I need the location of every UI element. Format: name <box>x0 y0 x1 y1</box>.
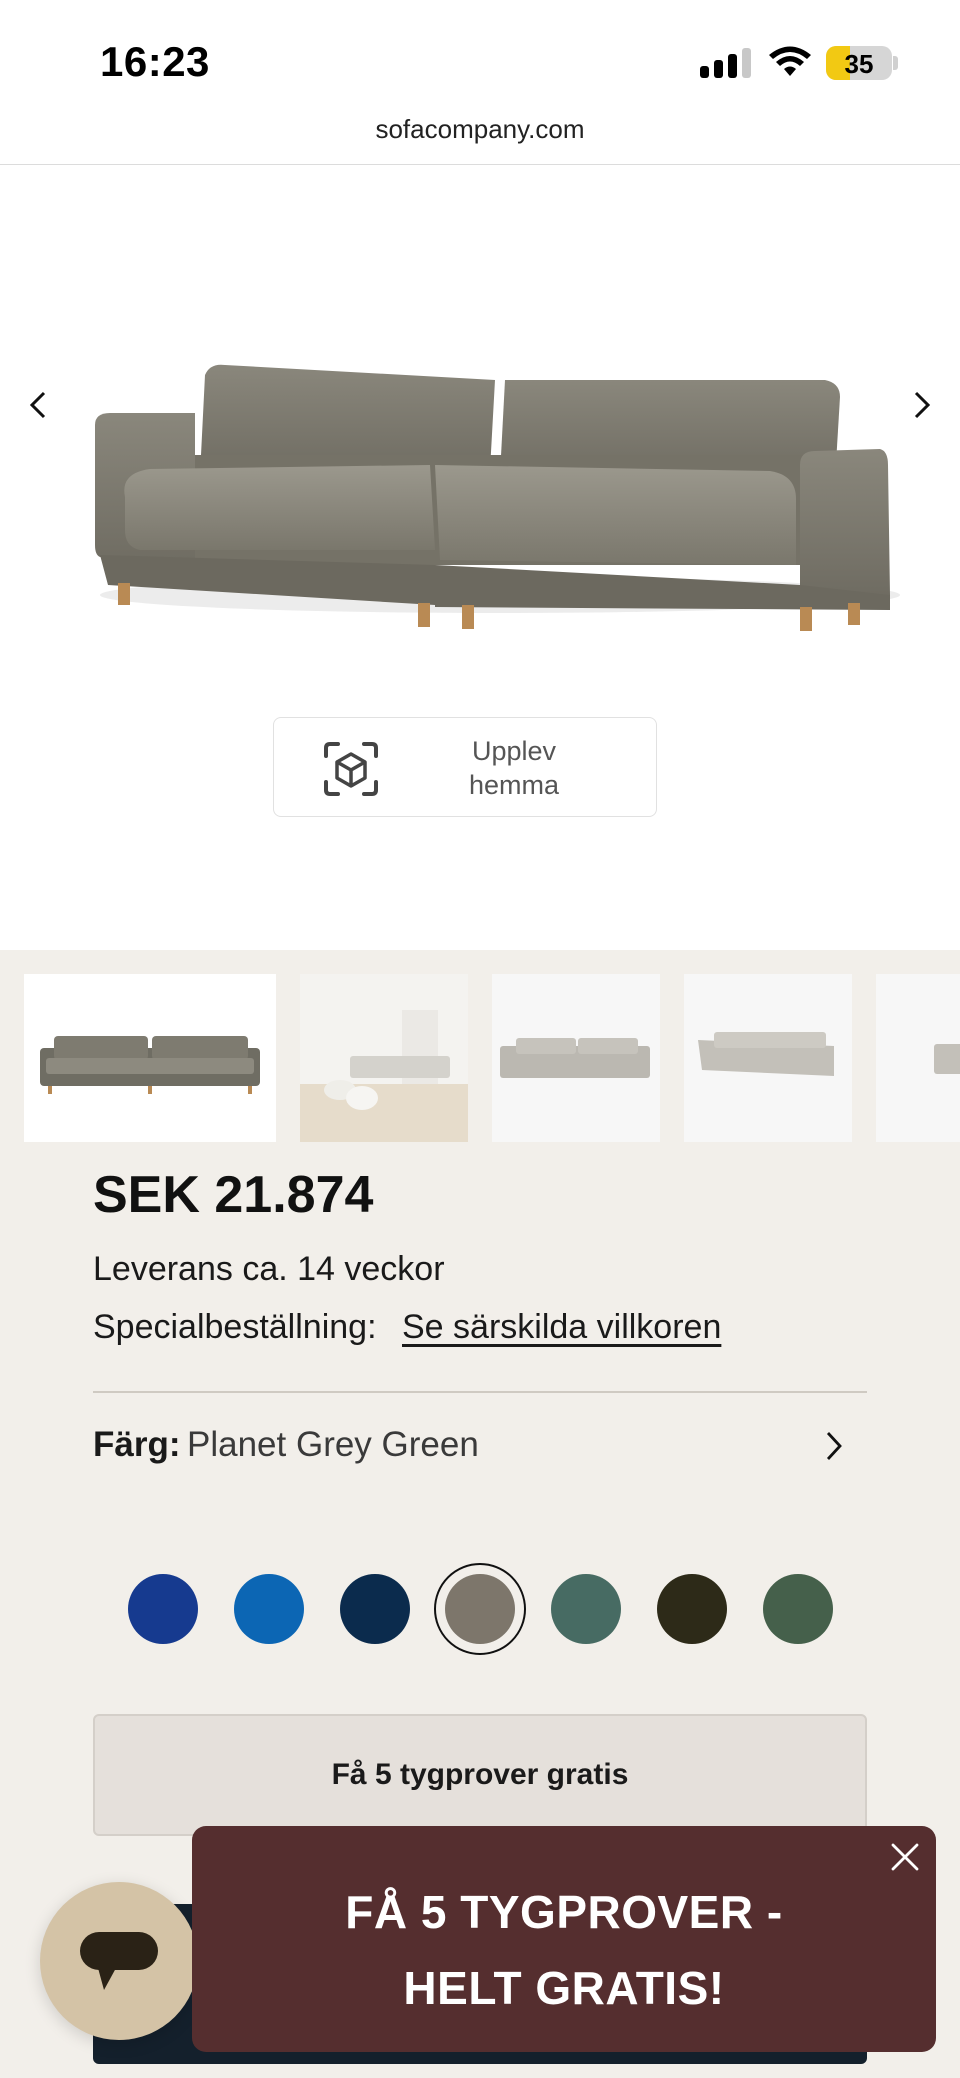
thumbnail-4[interactable] <box>684 974 852 1142</box>
thumbnail-2[interactable] <box>300 974 468 1142</box>
color-swatch[interactable] <box>551 1574 621 1644</box>
thumbnail-3[interactable] <box>492 974 660 1142</box>
color-swatch[interactable] <box>128 1574 198 1644</box>
chat-button[interactable] <box>40 1882 198 2040</box>
product-price: SEK 21.874 <box>93 1166 374 1224</box>
promo-banner[interactable]: FÅ 5 TYGPROVER - HELT GRATIS! <box>192 1826 936 2052</box>
status-bar: 16:23 35 <box>0 0 960 118</box>
chevron-left-icon[interactable] <box>18 385 58 425</box>
ar-button-label: Upplev hemma <box>434 734 594 802</box>
wifi-icon <box>768 46 812 80</box>
color-swatch[interactable] <box>763 1574 833 1644</box>
status-time: 16:23 <box>100 38 210 85</box>
product-gallery: Upplev hemma <box>0 165 960 950</box>
close-icon[interactable] <box>888 1840 922 1874</box>
thumbnail-strip <box>24 974 960 1142</box>
color-value: Planet Grey Green <box>187 1425 479 1464</box>
ar-view-button[interactable]: Upplev hemma <box>273 717 657 817</box>
special-terms-link[interactable]: Se särskilda villkoren <box>402 1308 721 1347</box>
promo-line2: HELT GRATIS! <box>403 1962 725 2014</box>
promo-text: FÅ 5 TYGPROVER - HELT GRATIS! <box>192 1874 936 2026</box>
ar-label-line1: Upplev <box>471 736 557 766</box>
delivery-time: Leverans ca. 14 veckor <box>93 1250 445 1288</box>
thumbnail-5[interactable] <box>876 974 960 1142</box>
special-order-label: Specialbeställning: <box>93 1308 377 1346</box>
battery-icon: 35 <box>826 46 892 80</box>
color-swatch[interactable] <box>234 1574 304 1644</box>
chevron-right-icon <box>826 1432 842 1460</box>
address-bar-url[interactable]: sofacompany.com <box>0 114 960 145</box>
color-swatch[interactable] <box>657 1574 727 1644</box>
color-key-label: Färg: <box>93 1425 181 1464</box>
signal-icon <box>700 48 752 78</box>
thumbnail-1[interactable] <box>24 974 276 1142</box>
chat-icon <box>80 1932 158 1990</box>
ar-label-line2: hemma <box>468 770 560 800</box>
promo-line1: FÅ 5 TYGPROVER - <box>345 1886 783 1938</box>
free-samples-button[interactable]: Få 5 tygprover gratis <box>93 1714 867 1836</box>
section-divider <box>93 1391 867 1393</box>
sofa-image <box>95 364 900 631</box>
battery-level: 35 <box>844 49 874 79</box>
ar-cube-icon <box>324 742 378 796</box>
color-swatch[interactable] <box>434 1563 526 1655</box>
color-selector-row[interactable]: Färg: Planet Grey Green <box>93 1425 867 1475</box>
color-swatch[interactable] <box>340 1574 410 1644</box>
